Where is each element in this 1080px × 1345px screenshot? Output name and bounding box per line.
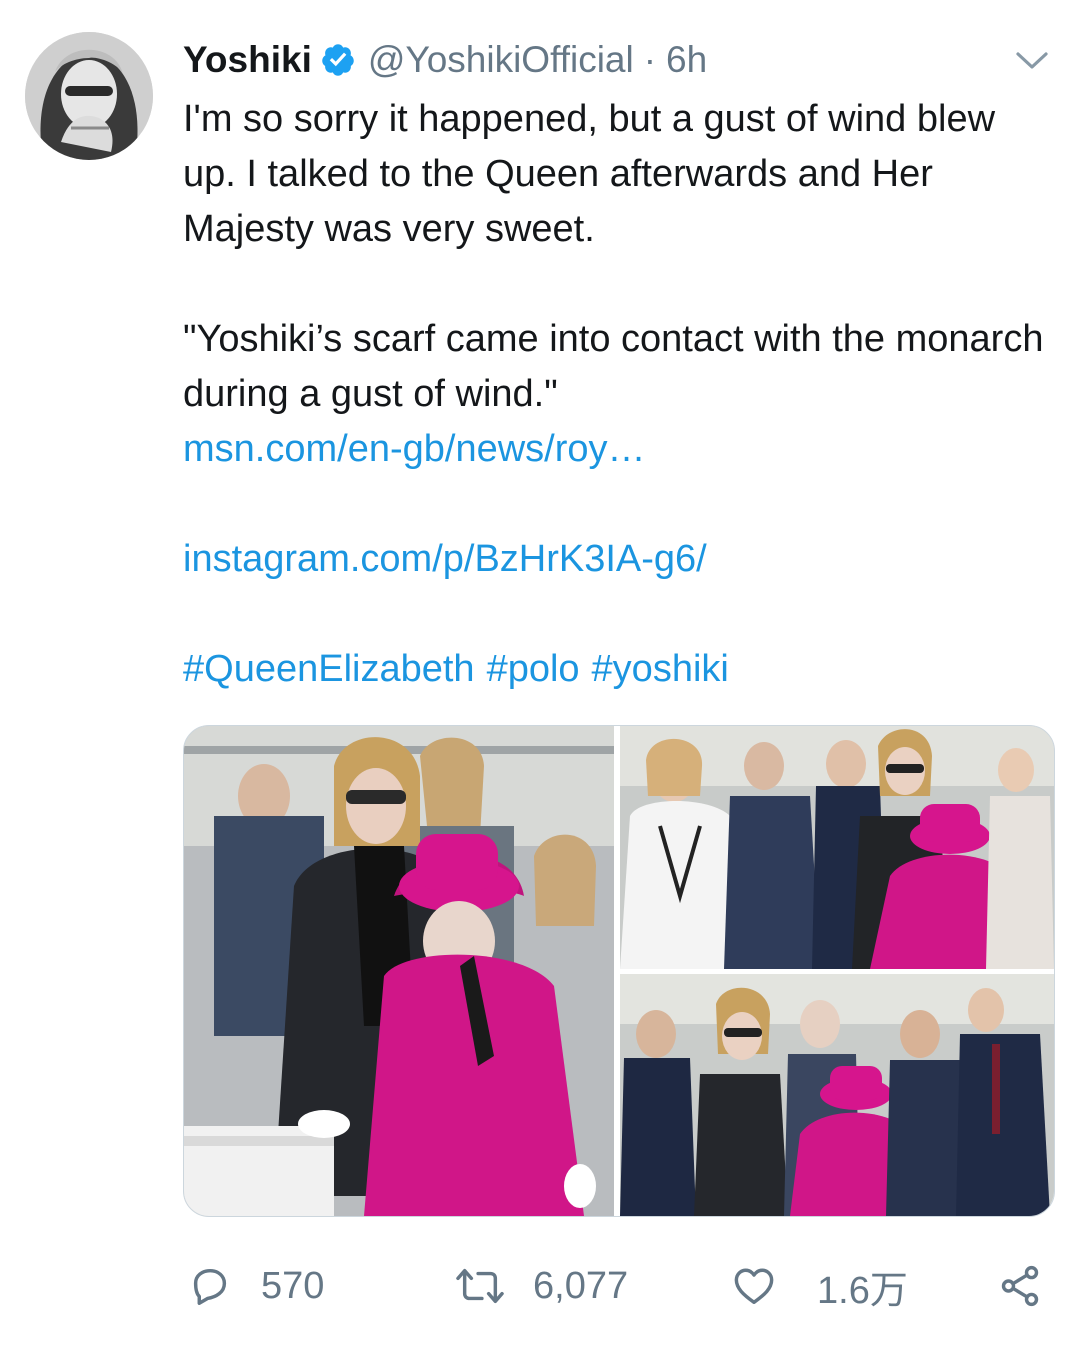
tweet-paragraph-2: "Yoshiki’s scarf came into contact with …	[183, 318, 1044, 415]
tweet-timestamp[interactable]: 6h	[666, 39, 707, 81]
hashtag-queenelizabeth[interactable]: #QueenElizabeth	[183, 642, 475, 697]
retweet-button[interactable]: 6,077	[453, 1256, 628, 1316]
like-count: 1.6万	[817, 1269, 908, 1312]
retweet-icon	[456, 1268, 504, 1304]
header-separator: ·	[643, 39, 657, 80]
reply-icon	[193, 1268, 227, 1305]
reply-count: 570	[261, 1264, 325, 1307]
instagram-link[interactable]: instagram.com/p/BzHrK3IA-g6/	[183, 532, 707, 587]
verified-badge-icon	[320, 42, 356, 78]
hashtag-list: #QueenElizabeth #polo #yoshiki	[183, 642, 1053, 697]
tweet-paragraph-1: I'm so sorry it happened, but a gust of …	[183, 98, 996, 250]
chevron-down-icon[interactable]	[1012, 44, 1052, 76]
media-photo-2[interactable]	[620, 726, 1054, 969]
hashtag-yoshiki[interactable]: #yoshiki	[592, 642, 729, 697]
author-display-name[interactable]: Yoshiki	[183, 39, 312, 81]
author-handle[interactable]: @YoshikiOfficial	[368, 39, 634, 81]
media-photo-1[interactable]	[184, 726, 614, 1216]
avatar[interactable]	[25, 32, 153, 160]
heart-icon	[734, 1268, 774, 1305]
retweet-count: 6,077	[533, 1264, 629, 1307]
tweet-header: Yoshiki @YoshikiOfficial · 6h	[183, 36, 707, 84]
reply-button[interactable]: 570	[187, 1256, 324, 1316]
share-icon	[1001, 1265, 1039, 1307]
hashtag-polo[interactable]: #polo	[487, 642, 580, 697]
like-button[interactable]: 1.6万	[731, 1256, 908, 1316]
media-grid	[183, 725, 1055, 1217]
avatar-image	[25, 32, 153, 160]
share-button[interactable]	[997, 1256, 1043, 1316]
msn-link[interactable]: msn.com/en-gb/news/roy…	[183, 422, 646, 477]
tweet-actions: 570 6,077 1.6万	[183, 1256, 1053, 1316]
tweet-text: I'm so sorry it happened, but a gust of …	[183, 92, 1053, 697]
media-photo-3[interactable]	[620, 974, 1054, 1216]
